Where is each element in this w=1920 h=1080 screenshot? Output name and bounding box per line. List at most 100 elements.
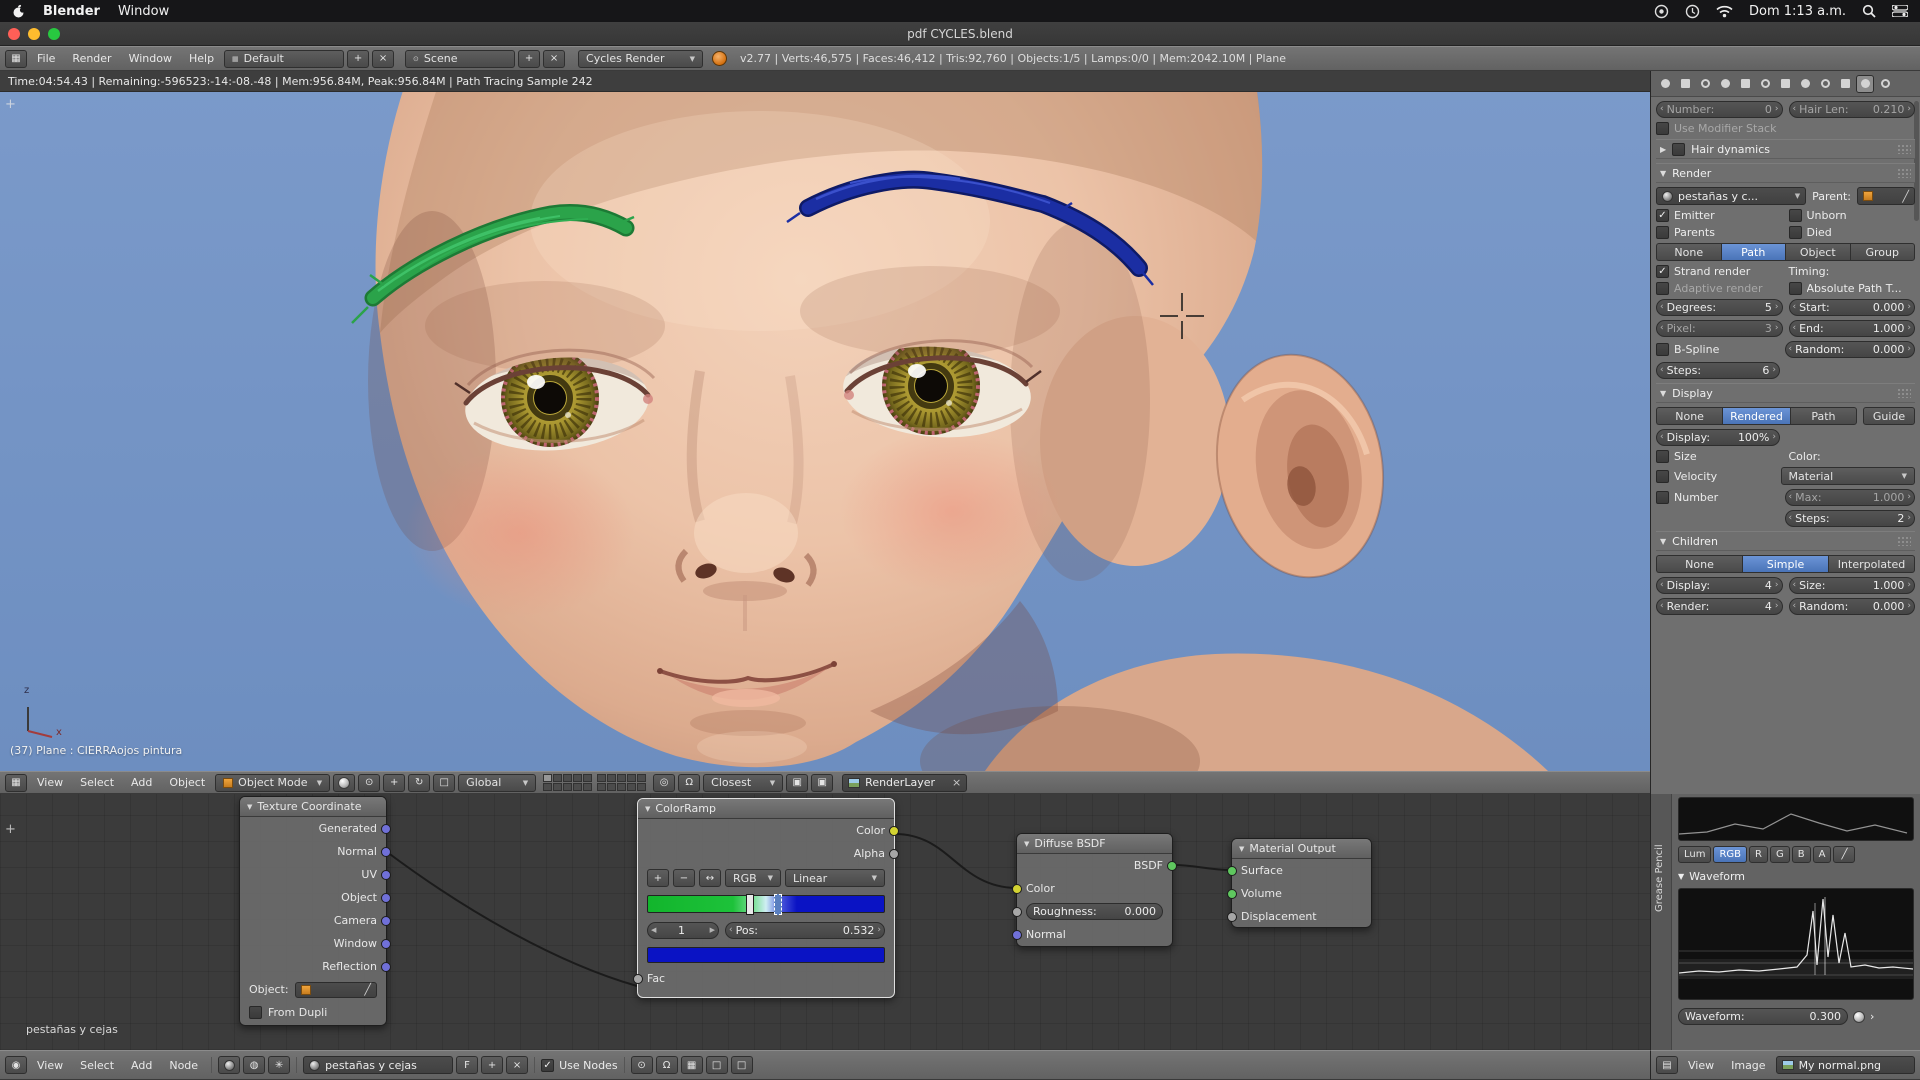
decrement-icon[interactable]: ‹ xyxy=(1789,493,1793,502)
eyedropper-icon[interactable]: ╱ xyxy=(364,983,371,996)
socket-volume-in[interactable] xyxy=(1227,889,1237,899)
channel-luma-button[interactable]: Lum xyxy=(1678,846,1711,863)
node-texture-coordinate[interactable]: ▼Texture Coordinate Generated Normal UV … xyxy=(239,796,387,1026)
render-type-group-button[interactable]: Group xyxy=(1850,243,1916,261)
menu-file[interactable]: File xyxy=(30,47,62,70)
render-opengl-button[interactable]: ▣ xyxy=(786,774,808,792)
render-type-none-button[interactable]: None xyxy=(1656,243,1721,261)
collapse-icon[interactable]: ▼ xyxy=(247,803,252,811)
mode-selector[interactable]: Object Mode ▼ xyxy=(215,774,330,792)
panel-grip[interactable] xyxy=(1897,536,1911,546)
node-diffuse-bsdf[interactable]: ▼Diffuse BSDF BSDF Color Roughness: 0.00… xyxy=(1016,833,1173,947)
children-simple-button[interactable]: Simple xyxy=(1742,555,1828,573)
control-center-icon[interactable] xyxy=(1892,5,1908,17)
decrement-icon[interactable]: ‹ xyxy=(1789,345,1793,354)
layer-cell[interactable] xyxy=(617,774,626,782)
image-datablock-field[interactable]: My normal.png xyxy=(1776,1056,1915,1074)
socket-displacement-in[interactable] xyxy=(1227,912,1237,922)
layer-cell[interactable] xyxy=(573,783,582,791)
decrement-icon[interactable]: ‹ xyxy=(1793,581,1797,590)
use-modifier-stack-checkbox[interactable]: Use Modifier Stack xyxy=(1656,122,1915,135)
hair-dynamics-checkbox[interactable] xyxy=(1672,143,1685,156)
node-menu-select[interactable]: Select xyxy=(73,1051,121,1079)
menubar-item-window[interactable]: Window xyxy=(118,4,169,19)
image-menu-view[interactable]: View xyxy=(1681,1051,1721,1079)
increment-icon[interactable]: › xyxy=(1907,345,1911,354)
layer-cell[interactable] xyxy=(553,774,562,782)
start-field[interactable]: ‹ Start: 0.000 › xyxy=(1789,299,1916,316)
viewport-3d[interactable]: Time:04:54.43 | Remaining:-596523:-14:-0… xyxy=(0,71,1650,771)
tree-type-compositing-button[interactable]: ✳ xyxy=(268,1056,290,1074)
ramp-interpolation-selector[interactable]: Linear ▼ xyxy=(785,869,885,887)
increment-icon[interactable]: › xyxy=(1907,493,1911,502)
panel-header-display[interactable]: ▼ Display xyxy=(1656,383,1915,403)
layer-cell[interactable] xyxy=(627,783,636,791)
increment-icon[interactable]: › xyxy=(1907,602,1911,611)
increment-icon[interactable]: › xyxy=(1907,581,1911,590)
decrement-icon[interactable]: ‹ xyxy=(1793,105,1797,114)
viewport-menu-view[interactable]: View xyxy=(30,772,70,793)
properties-tab-render-icon[interactable] xyxy=(1656,75,1674,93)
random-field[interactable]: ‹ Random: 0.000 › xyxy=(1785,341,1916,358)
node-menu-view[interactable]: View xyxy=(30,1051,70,1079)
socket-fac-in[interactable] xyxy=(633,974,643,984)
children-size-field[interactable]: ‹ Size: 1.000 › xyxy=(1789,577,1916,594)
socket-bsdf-out[interactable] xyxy=(1167,861,1177,871)
bspline-checkbox[interactable]: B-Spline xyxy=(1656,343,1779,356)
viewport-menu-select[interactable]: Select xyxy=(73,772,121,793)
properties-tab-scene-icon[interactable] xyxy=(1696,75,1714,93)
decrement-icon[interactable]: ‹ xyxy=(1793,602,1797,611)
node-material-output[interactable]: ▼Material Output Surface Volume Displace… xyxy=(1231,838,1372,928)
wifi-icon[interactable] xyxy=(1716,5,1733,18)
pivot-point-selector[interactable]: ⊙ xyxy=(358,774,380,792)
layer-cell[interactable] xyxy=(617,783,626,791)
menubar-app-name[interactable]: Blender xyxy=(43,4,100,19)
layer-cell[interactable] xyxy=(543,774,552,782)
parent-object-field[interactable]: ╱ xyxy=(1857,187,1915,205)
panel-header-render[interactable]: ▼ Render xyxy=(1656,163,1915,183)
increment-icon[interactable]: › xyxy=(1775,303,1779,312)
snap-mode-selector[interactable]: ▦ xyxy=(681,1056,703,1074)
layer-cell[interactable] xyxy=(607,783,616,791)
render-type-object-button[interactable]: Object xyxy=(1785,243,1850,261)
layer-cell[interactable] xyxy=(583,783,592,791)
spotlight-search-icon[interactable] xyxy=(1862,4,1876,18)
render-engine-selector[interactable]: Cycles Render ▼ xyxy=(578,50,703,68)
decrement-icon[interactable]: ‹ xyxy=(1660,433,1664,442)
eyedropper-icon[interactable]: ╱ xyxy=(1902,190,1909,203)
menu-render[interactable]: Render xyxy=(65,47,118,70)
manipulator-translate-button[interactable]: + xyxy=(383,774,405,792)
texcoord-object-field[interactable]: ╱ xyxy=(295,982,377,998)
absolute-path-time-checkbox[interactable]: Absolute Path T... xyxy=(1789,282,1916,295)
died-checkbox[interactable]: Died xyxy=(1789,226,1916,239)
increment-icon[interactable]: ▶ xyxy=(710,927,715,934)
use-nodes-checkbox[interactable]: ✓ Use Nodes xyxy=(541,1059,618,1072)
socket-color-out[interactable] xyxy=(889,826,899,836)
panel-grip[interactable] xyxy=(1897,388,1911,398)
decrement-icon[interactable]: ‹ xyxy=(1789,514,1793,523)
delete-layout-button[interactable]: × xyxy=(372,50,394,68)
node-colorramp[interactable]: ▼ColorRamp Color Alpha + − ↔ RGB ▼ Linea… xyxy=(637,798,895,998)
hair-length-field[interactable]: ‹ Hair Len: 0.210 › xyxy=(1789,101,1916,118)
display-none-button[interactable]: None xyxy=(1656,407,1722,425)
decrement-icon[interactable]: ‹ xyxy=(1660,366,1664,375)
region-expand-icon[interactable]: + xyxy=(5,822,16,837)
checkbox[interactable] xyxy=(1789,209,1802,222)
scene-selector[interactable]: ⊙ Scene xyxy=(405,50,515,68)
layer-cell[interactable] xyxy=(583,774,592,782)
render-layer-field[interactable]: RenderLayer × xyxy=(842,774,967,792)
properties-tab-data-icon[interactable] xyxy=(1796,75,1814,93)
increment-icon[interactable]: › xyxy=(1907,514,1911,523)
checkbox[interactable] xyxy=(1656,470,1669,483)
increment-icon[interactable]: › xyxy=(1775,581,1779,590)
menu-help[interactable]: Help xyxy=(182,47,221,70)
ramp-stop-marker[interactable] xyxy=(746,894,754,915)
children-none-button[interactable]: None xyxy=(1656,555,1742,573)
socket-window[interactable] xyxy=(381,939,391,949)
viewport-menu-add[interactable]: Add xyxy=(124,772,159,793)
channel-g-button[interactable]: G xyxy=(1770,846,1790,863)
increment-icon[interactable]: › xyxy=(1772,366,1776,375)
layer-cell[interactable] xyxy=(627,774,636,782)
decrement-icon[interactable]: ‹ xyxy=(1793,303,1797,312)
properties-tab-material-icon[interactable] xyxy=(1816,75,1834,93)
